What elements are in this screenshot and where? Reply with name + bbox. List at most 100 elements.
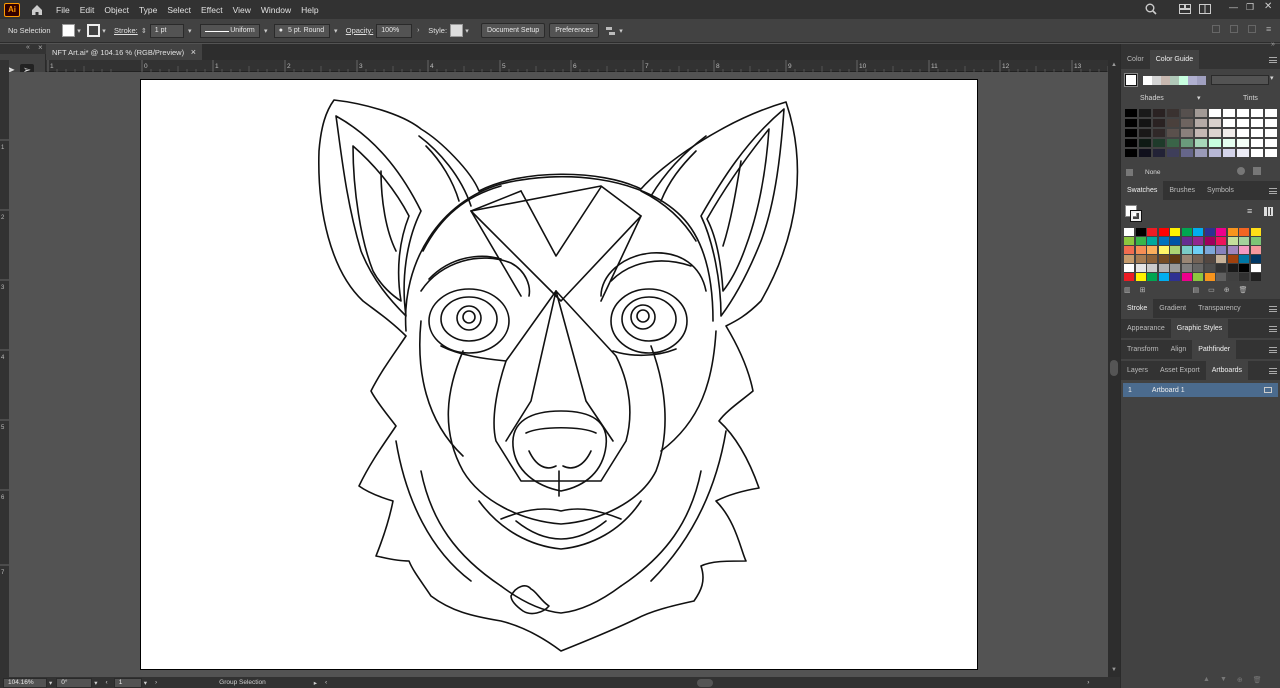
tab-transparency[interactable]: Transparency [1192, 299, 1247, 318]
tab-swatches[interactable]: Swatches [1121, 181, 1164, 200]
transform-panel-menu-icon[interactable] [1269, 346, 1277, 353]
shade-swatch[interactable] [1180, 108, 1194, 118]
shade-swatch[interactable] [1180, 118, 1194, 128]
document-setup-button[interactable]: Document Setup [481, 23, 546, 38]
shade-swatch[interactable] [1180, 148, 1194, 158]
shade-swatch[interactable] [1264, 148, 1278, 158]
color-guide-grid[interactable] [1124, 108, 1278, 158]
artboard-dropdown-icon[interactable]: ▾ [144, 679, 147, 687]
tab-symbols[interactable]: Symbols [1201, 181, 1240, 200]
color-swatch[interactable] [1239, 246, 1249, 254]
menu-window[interactable]: Window [261, 5, 291, 15]
color-swatch[interactable] [1216, 228, 1226, 236]
close-window-icon[interactable]: ✕ [1264, 1, 1272, 12]
color-swatch[interactable] [1124, 246, 1134, 254]
document-tab[interactable]: NFT Art.ai* @ 104.16 % (RGB/Preview) × [46, 44, 202, 60]
menu-edit[interactable]: Edit [80, 5, 95, 15]
harmony-colors[interactable] [1143, 76, 1206, 85]
shade-swatch[interactable] [1222, 138, 1236, 148]
shade-swatch[interactable] [1208, 138, 1222, 148]
vertical-scrollbar[interactable]: ▲ ▼ [1108, 60, 1120, 677]
color-swatch[interactable] [1204, 255, 1215, 263]
shade-swatch[interactable] [1166, 138, 1180, 148]
shade-swatch[interactable] [1166, 128, 1180, 138]
stroke-weight-dropdown-icon[interactable]: ▾ [186, 25, 194, 37]
color-swatch[interactable] [1124, 255, 1134, 263]
color-swatch[interactable] [1239, 255, 1249, 263]
color-swatch[interactable] [1250, 237, 1261, 245]
shade-swatch[interactable] [1250, 138, 1264, 148]
zoom-field[interactable]: 104.16% [3, 677, 47, 688]
color-swatch[interactable] [1170, 264, 1180, 272]
shade-swatch[interactable] [1264, 118, 1278, 128]
collapse-dock-icon[interactable]: » [1271, 41, 1275, 48]
next-artboard-icon[interactable]: › [155, 679, 157, 686]
stroke-dropdown-icon[interactable]: ▾ [100, 25, 108, 37]
shade-swatch[interactable] [1152, 118, 1166, 128]
status-menu-icon[interactable]: ▸ [314, 679, 317, 687]
stroke-panel-menu-icon[interactable] [1269, 305, 1277, 312]
shade-swatch[interactable] [1264, 138, 1278, 148]
color-swatch[interactable] [1239, 273, 1249, 281]
variable-width-profile[interactable]: Uniform [199, 23, 260, 38]
color-swatch[interactable] [1170, 246, 1180, 254]
fill-dropdown-icon[interactable]: ▾ [75, 25, 83, 37]
color-swatch[interactable] [1170, 228, 1180, 236]
shade-swatch[interactable] [1222, 148, 1236, 158]
fill-swatch[interactable] [62, 24, 75, 37]
tab-stroke[interactable]: Stroke [1121, 299, 1154, 318]
color-swatch[interactable] [1227, 264, 1238, 272]
shades-arrow-icon[interactable]: ▾ [1197, 94, 1201, 102]
color-swatch[interactable] [1193, 264, 1203, 272]
shade-swatch[interactable] [1124, 108, 1138, 118]
shade-swatch[interactable] [1236, 108, 1250, 118]
shade-swatch[interactable] [1236, 128, 1250, 138]
color-swatch[interactable] [1227, 273, 1238, 281]
color-swatch[interactable] [1193, 273, 1203, 281]
new-color-group-icon[interactable]: ▭ [1208, 286, 1215, 295]
swatch-options-icon[interactable]: ▤ [1193, 286, 1200, 295]
shade-swatch[interactable] [1180, 138, 1194, 148]
color-swatch[interactable] [1124, 273, 1134, 281]
tab-align[interactable]: Align [1165, 340, 1193, 359]
shade-swatch[interactable] [1264, 108, 1278, 118]
base-color-swatch[interactable] [1124, 73, 1138, 87]
color-swatch[interactable] [1147, 246, 1157, 254]
shade-swatch[interactable] [1250, 128, 1264, 138]
dog-head-line-art[interactable] [141, 80, 979, 671]
color-swatch[interactable] [1158, 237, 1169, 245]
color-swatch[interactable] [1204, 264, 1215, 272]
color-swatch[interactable] [1158, 228, 1169, 236]
shade-swatch[interactable] [1236, 138, 1250, 148]
shade-swatch[interactable] [1138, 138, 1152, 148]
color-swatch[interactable] [1158, 264, 1169, 272]
tab-color[interactable]: Color [1121, 50, 1150, 69]
color-swatch[interactable] [1216, 255, 1226, 263]
menu-view[interactable]: View [233, 5, 251, 15]
shade-swatch[interactable] [1222, 118, 1236, 128]
horizontal-scroll-thumb[interactable] [697, 678, 714, 687]
shade-swatch[interactable] [1152, 108, 1166, 118]
save-group-icon[interactable] [1253, 167, 1261, 175]
shade-swatch[interactable] [1166, 118, 1180, 128]
delete-swatch-icon[interactable]: 🗑 [1239, 286, 1248, 295]
shade-swatch[interactable] [1250, 118, 1264, 128]
color-swatch[interactable] [1216, 273, 1226, 281]
color-swatch[interactable] [1135, 246, 1146, 254]
color-swatch[interactable] [1216, 264, 1226, 272]
appearance-panel-menu-icon[interactable] [1269, 325, 1277, 332]
graphic-style-swatch[interactable] [450, 24, 464, 37]
shade-swatch[interactable] [1208, 148, 1222, 158]
swatch-grid[interactable] [1124, 228, 1262, 281]
color-swatch[interactable] [1181, 273, 1192, 281]
shade-swatch[interactable] [1124, 128, 1138, 138]
limit-color-icon[interactable] [1125, 168, 1134, 177]
shade-swatch[interactable] [1152, 128, 1166, 138]
harmony-swatch[interactable] [1188, 76, 1197, 85]
tab-brushes[interactable]: Brushes [1163, 181, 1201, 200]
artboard-number-field[interactable]: 1 [113, 677, 142, 688]
tab-graphic-styles[interactable]: Graphic Styles [1170, 319, 1229, 338]
vertical-scroll-thumb[interactable] [1110, 360, 1118, 376]
tab-asset-export[interactable]: Asset Export [1154, 361, 1206, 380]
color-swatch[interactable] [1250, 264, 1261, 272]
